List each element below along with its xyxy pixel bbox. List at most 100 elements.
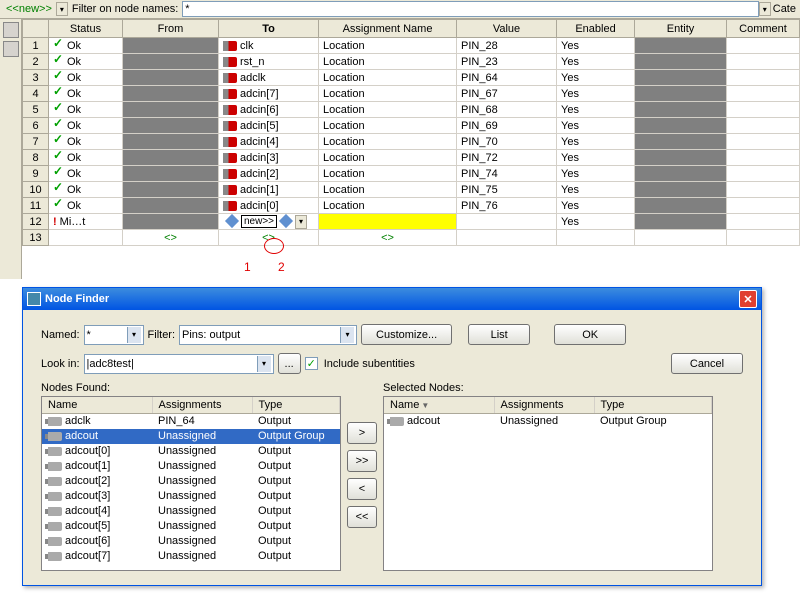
grid-header[interactable]: Assignment Name <box>319 20 457 38</box>
to-dropdown[interactable]: ▾ <box>295 215 307 229</box>
entity-cell[interactable] <box>635 214 727 230</box>
table-row[interactable]: 8 Ok adcin[3] Location PIN_72 Yes <box>23 150 800 166</box>
from-cell[interactable] <box>123 38 219 54</box>
grid-header[interactable]: To <box>219 20 319 38</box>
col-type[interactable]: Type <box>252 397 340 414</box>
list-item[interactable]: adcout[5]UnassignedOutput <box>42 519 340 534</box>
table-row[interactable]: 2 Ok rst_n Location PIN_23 Yes <box>23 54 800 70</box>
cancel-button[interactable]: Cancel <box>671 353 743 374</box>
to-cell[interactable]: adcin[0] <box>219 198 319 214</box>
list-item[interactable]: adcout[7]UnassignedOutput <box>42 549 340 564</box>
comment-cell[interactable] <box>727 70 800 86</box>
lookin-combo[interactable]: |adc8test|▾ <box>84 354 274 374</box>
col-name[interactable]: Name▼ <box>384 397 494 414</box>
grid-header[interactable]: Enabled <box>557 20 635 38</box>
enabled-cell[interactable]: Yes <box>557 86 635 102</box>
table-row[interactable]: 1 Ok clk Location PIN_28 Yes <box>23 38 800 54</box>
comment-cell[interactable] <box>727 166 800 182</box>
value-cell[interactable]: PIN_68 <box>457 102 557 118</box>
list-item[interactable]: adcout[3]UnassignedOutput <box>42 489 340 504</box>
from-cell[interactable] <box>123 150 219 166</box>
table-row[interactable]: 7 Ok adcin[4] Location PIN_70 Yes <box>23 134 800 150</box>
move-all-right-button[interactable]: >> <box>347 450 377 472</box>
enabled-cell[interactable]: Yes <box>557 118 635 134</box>
grid-header[interactable]: From <box>123 20 219 38</box>
enabled-cell[interactable]: Yes <box>557 54 635 70</box>
ok-button[interactable]: OK <box>554 324 626 345</box>
comment-cell[interactable] <box>727 86 800 102</box>
comment-cell[interactable] <box>727 214 800 230</box>
value-cell[interactable] <box>457 214 557 230</box>
comment-cell[interactable] <box>727 38 800 54</box>
assign-cell[interactable]: <> <box>319 230 457 246</box>
assign-cell[interactable]: Location <box>319 102 457 118</box>
new-dropdown[interactable]: ▾ <box>56 2 68 16</box>
from-cell[interactable] <box>123 86 219 102</box>
list-item[interactable]: adcout[1]UnassignedOutput <box>42 459 340 474</box>
table-row[interactable]: 3 Ok adclk Location PIN_64 Yes <box>23 70 800 86</box>
include-checkbox[interactable]: ✓ <box>305 357 318 370</box>
entity-cell[interactable] <box>635 54 727 70</box>
grid-header[interactable]: Entity <box>635 20 727 38</box>
assign-cell[interactable]: Location <box>319 38 457 54</box>
to-cell[interactable]: clk <box>219 38 319 54</box>
list-item[interactable]: adclkPIN_64Output <box>42 414 340 429</box>
assign-cell[interactable]: Location <box>319 86 457 102</box>
value-cell[interactable]: PIN_23 <box>457 54 557 70</box>
grid-header[interactable]: Comment <box>727 20 800 38</box>
from-cell[interactable] <box>123 182 219 198</box>
col-assign[interactable]: Assignments <box>152 397 252 414</box>
close-button[interactable]: ✕ <box>739 290 757 308</box>
entity-cell[interactable] <box>635 86 727 102</box>
entity-cell[interactable] <box>635 118 727 134</box>
comment-cell[interactable] <box>727 102 800 118</box>
enabled-cell[interactable] <box>557 230 635 246</box>
list-item[interactable]: adcout[6]UnassignedOutput <box>42 534 340 549</box>
entity-cell[interactable] <box>635 38 727 54</box>
enabled-cell[interactable]: Yes <box>557 150 635 166</box>
tool-icon[interactable] <box>3 41 19 57</box>
from-cell[interactable] <box>123 118 219 134</box>
entity-cell[interactable] <box>635 134 727 150</box>
nodes-found-list[interactable]: Name Assignments Type adclkPIN_64Outputa… <box>41 396 341 571</box>
comment-cell[interactable] <box>727 134 800 150</box>
value-cell[interactable]: PIN_28 <box>457 38 557 54</box>
list-item[interactable]: adcout[2]UnassignedOutput <box>42 474 340 489</box>
to-cell[interactable]: adclk <box>219 70 319 86</box>
grid-header[interactable]: Value <box>457 20 557 38</box>
to-cell[interactable]: rst_n <box>219 54 319 70</box>
enabled-cell[interactable]: Yes <box>557 70 635 86</box>
to-cell[interactable]: <> <box>219 230 319 246</box>
col-name[interactable]: Name <box>42 397 152 414</box>
col-type[interactable]: Type <box>594 397 712 414</box>
to-cell[interactable]: adcin[1] <box>219 182 319 198</box>
value-cell[interactable]: PIN_70 <box>457 134 557 150</box>
assign-cell[interactable]: Location <box>319 150 457 166</box>
assign-cell[interactable]: Location <box>319 118 457 134</box>
comment-cell[interactable] <box>727 230 800 246</box>
enabled-cell[interactable]: Yes <box>557 102 635 118</box>
grid-header[interactable] <box>23 20 49 38</box>
tool-icon[interactable] <box>3 22 19 38</box>
from-cell[interactable] <box>123 70 219 86</box>
table-row[interactable]: 4 Ok adcin[7] Location PIN_67 Yes <box>23 86 800 102</box>
to-cell[interactable]: adcin[5] <box>219 118 319 134</box>
entity-cell[interactable] <box>635 230 727 246</box>
entity-cell[interactable] <box>635 198 727 214</box>
assign-cell[interactable]: Location <box>319 166 457 182</box>
filter-dropdown[interactable]: ▾ <box>759 2 771 16</box>
table-row[interactable]: 6 Ok adcin[5] Location PIN_69 Yes <box>23 118 800 134</box>
entity-cell[interactable] <box>635 182 727 198</box>
chevron-down-icon[interactable]: ▾ <box>127 327 141 343</box>
to-cell[interactable]: adcin[3] <box>219 150 319 166</box>
entity-cell[interactable] <box>635 166 727 182</box>
dialog-titlebar[interactable]: Node Finder ✕ <box>23 288 761 310</box>
entity-cell[interactable] <box>635 150 727 166</box>
move-left-button[interactable]: < <box>347 478 377 500</box>
col-assign[interactable]: Assignments <box>494 397 594 414</box>
value-cell[interactable]: PIN_74 <box>457 166 557 182</box>
table-row[interactable]: 13 <> <> <> <box>23 230 800 246</box>
assign-cell[interactable] <box>319 214 457 230</box>
list-item[interactable]: adcout[4]UnassignedOutput <box>42 504 340 519</box>
assign-cell[interactable]: Location <box>319 134 457 150</box>
